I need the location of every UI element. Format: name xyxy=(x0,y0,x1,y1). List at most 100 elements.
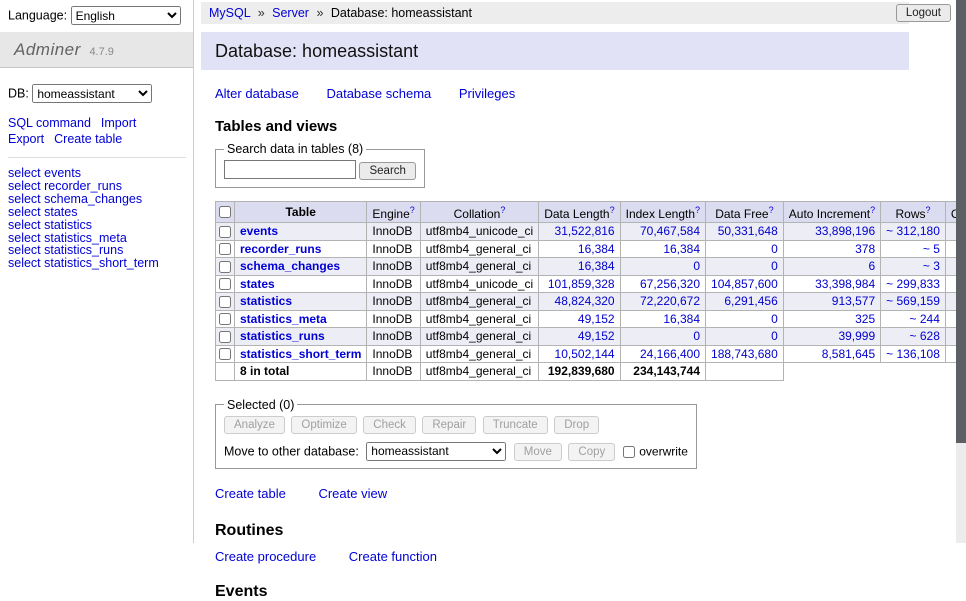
move-db-select[interactable]: homeassistant xyxy=(366,442,506,461)
page-title: Database: homeassistant xyxy=(201,32,909,70)
table-link[interactable]: statistics_short_term xyxy=(240,347,361,361)
database-schema-link[interactable]: Database schema xyxy=(326,86,431,101)
move-label: Move to other database: xyxy=(224,444,359,458)
truncate-button[interactable]: Truncate xyxy=(483,416,548,434)
table-link[interactable]: events xyxy=(240,224,278,238)
copy-button[interactable]: Copy xyxy=(568,443,615,461)
sidebar-item-select-recorder-runs[interactable]: select recorder_runs xyxy=(8,179,122,193)
row-checkbox[interactable] xyxy=(219,243,231,255)
selected-fieldset: Selected (0) Analyze Optimize Check Repa… xyxy=(215,398,697,470)
collation-cell: utf8mb4_general_ci xyxy=(420,240,538,258)
help-icon[interactable]: ? xyxy=(769,205,774,215)
data-length-cell: 16,384 xyxy=(539,258,620,276)
table-row-statistics-meta: statistics_meta InnoDB utf8mb4_general_c… xyxy=(216,310,966,328)
table-link[interactable]: statistics_meta xyxy=(240,312,327,326)
rows-count-link[interactable]: ~ 3 xyxy=(923,259,940,273)
breadcrumb-mysql-link[interactable]: MySQL xyxy=(209,6,250,20)
breadcrumb-server-link[interactable]: Server xyxy=(272,6,309,20)
vertical-scrollbar[interactable] xyxy=(956,0,966,543)
auto-increment-cell: 6 xyxy=(783,258,880,276)
repair-button[interactable]: Repair xyxy=(422,416,476,434)
table-link[interactable]: states xyxy=(240,277,275,291)
optimize-button[interactable]: Optimize xyxy=(291,416,356,434)
row-checkbox[interactable] xyxy=(219,278,231,290)
search-button[interactable]: Search xyxy=(359,162,415,180)
row-checkbox[interactable] xyxy=(219,348,231,360)
rows-count-link[interactable]: ~ 136,108 xyxy=(886,347,940,361)
sidebar-item-select-statistics-meta[interactable]: select statistics_meta xyxy=(8,231,127,245)
create-table-link[interactable]: Create table xyxy=(215,486,286,501)
overwrite-label: overwrite xyxy=(639,444,688,458)
main-content: Alter database Database schema Privilege… xyxy=(201,86,909,601)
overwrite-checkbox[interactable] xyxy=(623,446,635,458)
rows-count-link[interactable]: ~ 312,180 xyxy=(886,224,940,238)
engine-cell: InnoDB xyxy=(367,223,420,241)
help-icon[interactable]: ? xyxy=(610,205,615,215)
index-length-cell: 24,166,400 xyxy=(620,345,705,363)
main-area: MySQL » Server » Database: homeassistant… xyxy=(201,0,909,601)
row-checkbox[interactable] xyxy=(219,296,231,308)
create-function-link[interactable]: Create function xyxy=(349,549,437,564)
help-icon[interactable]: ? xyxy=(410,205,415,215)
sidebar-link-sql-command[interactable]: SQL command xyxy=(8,116,91,130)
table-link[interactable]: statistics_runs xyxy=(240,329,325,343)
column-header-table: Table xyxy=(235,201,367,223)
row-checkbox[interactable] xyxy=(219,226,231,238)
breadcrumb-separator: » xyxy=(316,6,323,20)
data-length-cell: 31,522,816 xyxy=(539,223,620,241)
collation-cell: utf8mb4_general_ci xyxy=(420,310,538,328)
drop-button[interactable]: Drop xyxy=(554,416,599,434)
help-icon[interactable]: ? xyxy=(926,205,931,215)
table-link[interactable]: statistics xyxy=(240,294,292,308)
row-checkbox[interactable] xyxy=(219,331,231,343)
select-all-checkbox[interactable] xyxy=(219,206,231,218)
rows-count-link[interactable]: ~ 569,159 xyxy=(886,294,940,308)
sidebar-item-select-events[interactable]: select events xyxy=(8,166,81,180)
selected-buttons: Analyze Optimize Check Repair Truncate D… xyxy=(224,416,688,434)
move-button[interactable]: Move xyxy=(514,443,562,461)
rows-count-link[interactable]: ~ 628 xyxy=(910,329,940,343)
help-icon[interactable]: ? xyxy=(870,205,875,215)
rows-count-link[interactable]: ~ 244 xyxy=(910,312,940,326)
total-data-length: 192,839,680 xyxy=(539,363,620,381)
privileges-link[interactable]: Privileges xyxy=(459,86,515,101)
language-select[interactable]: English xyxy=(71,6,181,25)
analyze-button[interactable]: Analyze xyxy=(224,416,285,434)
data-free-cell: 0 xyxy=(706,328,784,346)
help-icon[interactable]: ? xyxy=(695,205,700,215)
create-view-link[interactable]: Create view xyxy=(318,486,387,501)
rows-count-link[interactable]: ~ 299,833 xyxy=(886,277,940,291)
db-select[interactable]: homeassistant xyxy=(32,84,152,103)
alter-database-link[interactable]: Alter database xyxy=(215,86,299,101)
sidebar-item-select-statistics-runs[interactable]: select statistics_runs xyxy=(8,243,123,257)
sidebar-item-select-schema-changes[interactable]: select schema_changes xyxy=(8,192,142,206)
search-input[interactable] xyxy=(224,160,356,179)
db-label: DB: xyxy=(8,87,29,101)
sidebar-item-select-states[interactable]: select states xyxy=(8,205,77,219)
auto-increment-cell: 39,999 xyxy=(783,328,880,346)
collation-cell: utf8mb4_general_ci xyxy=(420,258,538,276)
table-link[interactable]: schema_changes xyxy=(240,259,340,273)
row-checkbox[interactable] xyxy=(219,261,231,273)
row-checkbox[interactable] xyxy=(219,313,231,325)
collation-cell: utf8mb4_general_ci xyxy=(420,363,538,381)
help-icon[interactable]: ? xyxy=(500,205,505,215)
create-procedure-link[interactable]: Create procedure xyxy=(215,549,316,564)
engine-cell: InnoDB xyxy=(367,240,420,258)
sidebar-link-create-table[interactable]: Create table xyxy=(54,132,122,146)
column-header-rows: Rows? xyxy=(881,201,946,223)
index-length-cell: 16,384 xyxy=(620,240,705,258)
sidebar-link-import[interactable]: Import xyxy=(101,116,136,130)
scrollbar-thumb[interactable] xyxy=(956,0,966,443)
sidebar-item-select-statistics-short-term[interactable]: select statistics_short_term xyxy=(8,256,159,270)
data-length-cell: 16,384 xyxy=(539,240,620,258)
table-row-statistics: statistics InnoDB utf8mb4_general_ci 48,… xyxy=(216,293,966,311)
data-free-cell: 0 xyxy=(706,258,784,276)
column-header-data-free: Data Free? xyxy=(706,201,784,223)
sidebar-item-select-statistics[interactable]: select statistics xyxy=(8,218,92,232)
sidebar-link-export[interactable]: Export xyxy=(8,132,44,146)
table-link[interactable]: recorder_runs xyxy=(240,242,321,256)
logout-button[interactable]: Logout xyxy=(896,4,951,22)
rows-count-link[interactable]: ~ 5 xyxy=(923,242,940,256)
check-button[interactable]: Check xyxy=(363,416,416,434)
